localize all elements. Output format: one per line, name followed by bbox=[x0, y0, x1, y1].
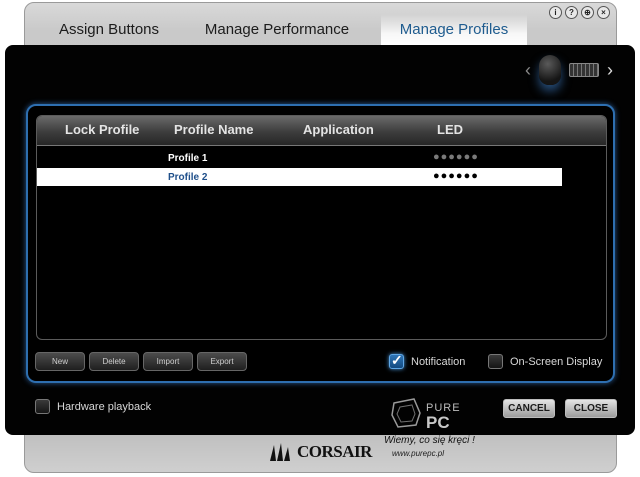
led-cell: ●●●●●● bbox=[433, 170, 479, 182]
close-button[interactable]: CLOSE bbox=[565, 399, 617, 418]
purepc-tagline: Wiemy, co się kręci ! bbox=[384, 435, 475, 446]
delete-profile-button[interactable]: Delete bbox=[89, 352, 139, 371]
tab-manage-performance[interactable]: Manage Performance bbox=[202, 14, 352, 46]
profiles-table: Lock Profile Profile Name Application LE… bbox=[36, 115, 607, 340]
osd-checkbox[interactable] bbox=[488, 354, 503, 369]
chevron-left-icon[interactable]: ‹ bbox=[525, 60, 531, 81]
table-row-selected[interactable]: Profile 2 ●●●●●● bbox=[37, 168, 562, 186]
mouse-icon[interactable] bbox=[539, 55, 561, 85]
hardware-playback-option: Hardware playback bbox=[35, 399, 151, 414]
corsair-sails-icon bbox=[270, 443, 290, 461]
profile-name-cell: Profile 1 bbox=[168, 153, 208, 164]
notification-checkbox[interactable] bbox=[389, 352, 404, 369]
column-header-lock-profile[interactable]: Lock Profile bbox=[65, 122, 139, 137]
purepc-brand-pc: PC bbox=[426, 413, 450, 432]
purepc-watermark: PURE PC Wiemy, co się kręci ! www.purepc… bbox=[384, 395, 490, 460]
tab-bar: Assign Buttons Manage Performance Manage… bbox=[24, 14, 617, 46]
notification-label: Notification bbox=[411, 355, 466, 368]
profile-name-cell: Profile 2 bbox=[168, 172, 208, 183]
tab-manage-profiles[interactable]: Manage Profiles bbox=[381, 14, 527, 46]
led-cell: ●●●●●● bbox=[433, 151, 479, 163]
keyboard-icon[interactable] bbox=[569, 63, 599, 77]
table-scrollbar[interactable] bbox=[594, 149, 604, 334]
column-header-led[interactable]: LED bbox=[437, 122, 463, 137]
corsair-logo: CORSAIR bbox=[268, 441, 372, 463]
tab-assign-buttons[interactable]: Assign Buttons bbox=[54, 14, 164, 46]
purepc-url: www.purepc.pl bbox=[392, 449, 445, 458]
table-header: Lock Profile Profile Name Application LE… bbox=[37, 116, 606, 146]
chevron-right-icon[interactable]: › bbox=[607, 60, 613, 81]
notification-option: Notification bbox=[389, 352, 466, 369]
osd-option: On-Screen Display bbox=[488, 354, 602, 369]
import-profile-button[interactable]: Import bbox=[143, 352, 193, 371]
hardware-playback-checkbox[interactable] bbox=[35, 399, 50, 414]
hardware-playback-label: Hardware playback bbox=[57, 400, 152, 413]
device-selector: ‹ › bbox=[525, 55, 613, 85]
osd-label: On-Screen Display bbox=[510, 355, 603, 368]
corsair-brand: CORSAIR bbox=[297, 442, 372, 461]
new-profile-button[interactable]: New bbox=[35, 352, 85, 371]
export-profile-button[interactable]: Export bbox=[197, 352, 247, 371]
table-row[interactable]: Profile 1 ●●●●●● bbox=[37, 149, 562, 167]
cancel-button[interactable]: CANCEL bbox=[503, 399, 555, 418]
column-header-profile-name[interactable]: Profile Name bbox=[174, 122, 253, 137]
column-header-application[interactable]: Application bbox=[303, 122, 374, 137]
